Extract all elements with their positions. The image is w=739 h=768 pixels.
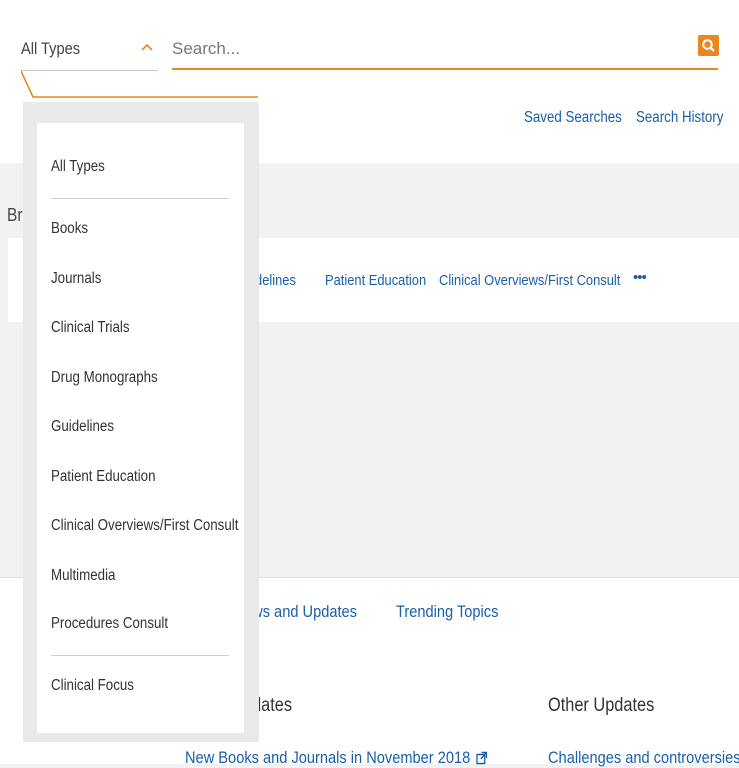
dropdown-item-clinical-focus[interactable]: Clinical Focus <box>51 677 134 695</box>
external-link-icon <box>476 751 487 765</box>
other-updates-title: Other Updates <box>548 695 655 716</box>
content-type-select-value: All Types <box>21 39 81 58</box>
dropdown-pointer <box>21 70 258 98</box>
new-books-journals-link[interactable]: New Books and Journals in November 2018 <box>185 748 487 768</box>
search-history-link[interactable]: Search History <box>636 109 723 127</box>
tab-news-and-updates[interactable]: ews and Updates <box>244 602 357 622</box>
browse-heading: Br <box>7 205 23 225</box>
content-type-dropdown-list: All Types Books Journals Clinical Trials… <box>37 123 244 733</box>
dropdown-item-procedures-consult[interactable]: Procedures Consult <box>51 615 168 633</box>
dropdown-item-drug-monographs[interactable]: Drug Monographs <box>51 369 158 387</box>
dropdown-item-journals[interactable]: Journals <box>51 270 101 288</box>
search-button[interactable] <box>698 35 719 56</box>
search-input[interactable] <box>172 30 718 70</box>
dropdown-divider <box>51 655 229 656</box>
content-type-dropdown: All Types Books Journals Clinical Trials… <box>23 102 259 742</box>
dropdown-item-clinical-overviews[interactable]: Clinical Overviews/First Consult <box>51 517 238 535</box>
more-dots-icon[interactable]: ••• <box>633 269 647 286</box>
new-books-journals-link-text: New Books and Journals in November 2018 <box>185 748 471 767</box>
dropdown-item-all-types[interactable]: All Types <box>51 158 105 176</box>
dropdown-divider <box>51 198 229 199</box>
challenges-controversies-link[interactable]: Challenges and controversies <box>548 748 739 768</box>
tab-trending-topics[interactable]: Trending Topics <box>396 602 498 622</box>
content-type-select[interactable]: All Types <box>21 30 158 71</box>
search-icon <box>702 39 715 52</box>
browse-link-patient-education[interactable]: Patient Education <box>325 272 426 289</box>
dropdown-item-books[interactable]: Books <box>51 220 88 238</box>
dropdown-item-multimedia[interactable]: Multimedia <box>51 567 115 585</box>
dropdown-item-patient-education[interactable]: Patient Education <box>51 468 156 486</box>
dropdown-item-guidelines[interactable]: Guidelines <box>51 418 114 436</box>
chevron-up-icon <box>141 43 153 51</box>
browse-link-clinical-overviews[interactable]: Clinical Overviews/First Consult <box>439 272 620 289</box>
saved-searches-link[interactable]: Saved Searches <box>524 109 622 127</box>
dropdown-item-clinical-trials[interactable]: Clinical Trials <box>51 319 130 337</box>
